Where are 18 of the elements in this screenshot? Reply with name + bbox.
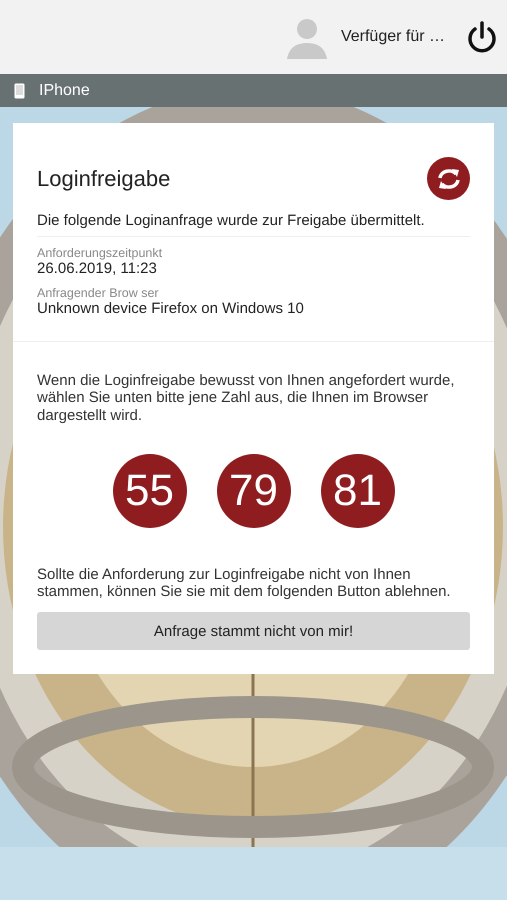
refresh-button[interactable]	[427, 157, 470, 200]
intro-text: Die folgende Loginanfrage wurde zur Freigabe übermittelt.	[37, 212, 470, 237]
number-choice[interactable]: 55	[112, 454, 186, 528]
number-choice[interactable]: 81	[320, 454, 394, 528]
refresh-icon	[436, 168, 460, 190]
reject-button[interactable]: Anfrage stammt nicht von mir!	[37, 612, 470, 650]
field-label: Anfragender Brow ser	[37, 286, 160, 300]
instruction-text: Wenn die Loginfreigabe bewusst von Ihnen angefordert wurde, wählen Sie unten bitte jene Zahl aus, die Ihnen im Browser dargestellt wird.	[37, 372, 456, 424]
field-value: 26.06.2019, 11:23	[37, 260, 158, 277]
field-value: Unknown device Firefox on Windows 10	[37, 300, 305, 317]
field-label: Anforderungszeitpunkt	[37, 246, 164, 260]
card-title: Loginfreigabe	[37, 166, 170, 192]
number-choice[interactable]: 79	[216, 454, 290, 528]
reject-text: Sollte die Anforderung zur Loginfreigabe nicht von Ihnen stammen, können Sie sie mit dem folgenden Button ablehnen.	[37, 566, 452, 600]
power-icon[interactable]	[467, 21, 497, 53]
device-name: IPhone	[39, 82, 90, 100]
phone-icon	[14, 82, 25, 98]
user-name: Verfüger für …	[340, 28, 445, 46]
